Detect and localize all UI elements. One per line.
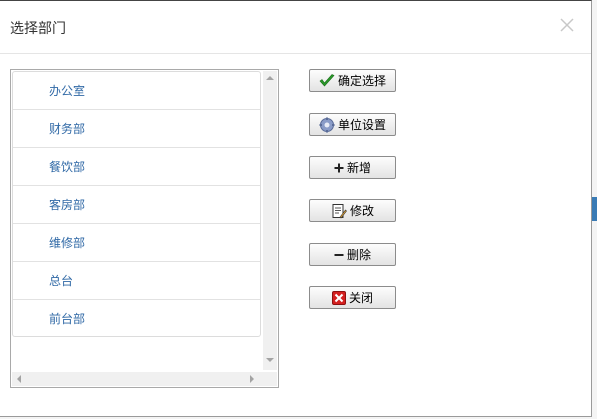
list-item[interactable]: 维修部 [13, 224, 260, 262]
add-button[interactable]: 新增 [309, 156, 396, 179]
add-label: 新增 [346, 161, 371, 175]
confirm-select-button[interactable]: 确定选择 [309, 69, 396, 92]
edit-document-icon [331, 203, 347, 219]
edit-button[interactable]: 修改 [309, 199, 396, 222]
list-item[interactable]: 餐饮部 [13, 148, 260, 186]
unit-settings-label: 单位设置 [337, 118, 386, 132]
dialog-title: 选择部门 [10, 21, 66, 37]
delete-button[interactable]: 删除 [309, 243, 396, 266]
select-department-dialog: 选择部门 办公室 财务部 餐饮部 客房部 维修部 总台 前台部 确定选择 单位设… [0, 0, 592, 417]
close-x-icon [331, 290, 346, 305]
scroll-down-icon[interactable] [266, 358, 274, 362]
delete-label: 删除 [346, 248, 371, 262]
horizontal-scrollbar[interactable] [12, 372, 263, 386]
list-item[interactable]: 总台 [13, 262, 260, 300]
vertical-scrollbar[interactable] [263, 71, 277, 370]
minus-icon [334, 250, 344, 260]
background-page-edge [592, 197, 597, 221]
department-list: 办公室 财务部 餐饮部 客房部 维修部 总台 前台部 [12, 71, 261, 337]
scroll-up-icon[interactable] [266, 76, 274, 80]
unit-settings-button[interactable]: 单位设置 [309, 113, 396, 136]
scrollbar-corner [263, 372, 277, 386]
scroll-left-icon[interactable] [17, 375, 21, 383]
list-item[interactable]: 前台部 [13, 300, 260, 336]
close-label: 关闭 [348, 291, 373, 305]
close-icon[interactable] [558, 16, 576, 34]
list-item[interactable]: 办公室 [13, 72, 260, 110]
list-item[interactable]: 财务部 [13, 110, 260, 148]
close-button[interactable]: 关闭 [309, 286, 396, 309]
gear-icon [319, 117, 335, 133]
edit-label: 修改 [349, 204, 374, 218]
dialog-header: 选择部门 [0, 1, 591, 54]
confirm-select-label: 确定选择 [337, 74, 386, 88]
department-listbox[interactable]: 办公室 财务部 餐饮部 客房部 维修部 总台 前台部 [10, 69, 279, 388]
scroll-right-icon[interactable] [250, 375, 254, 383]
plus-icon [334, 163, 344, 173]
check-icon [319, 73, 335, 88]
list-item[interactable]: 客房部 [13, 186, 260, 224]
